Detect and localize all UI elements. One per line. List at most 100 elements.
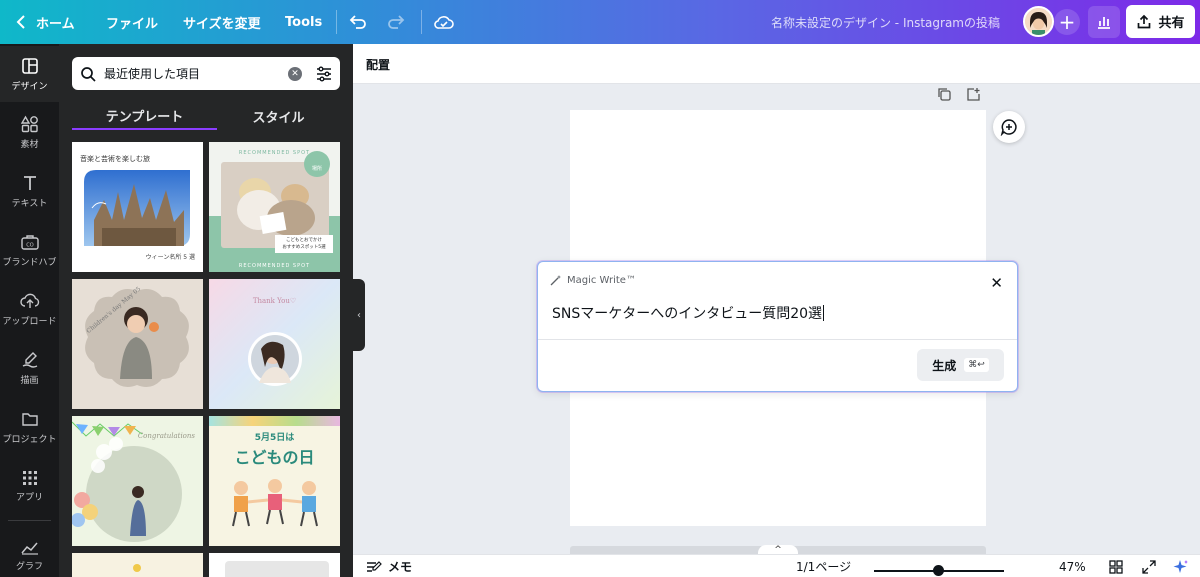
context-toolbar: 配置 xyxy=(353,44,1200,84)
rail-label: グラフ xyxy=(15,562,43,572)
template-title: 5月5日は xyxy=(254,433,295,443)
insights-button[interactable] xyxy=(1088,6,1120,38)
cloud-saved-icon[interactable] xyxy=(433,12,455,32)
tools-menu[interactable]: Tools xyxy=(285,0,322,44)
chevron-left-icon: ‹ xyxy=(357,309,361,321)
zoom-slider-handle[interactable] xyxy=(933,565,944,576)
template-thumbnail-partial[interactable] xyxy=(209,553,340,577)
tab-templates[interactable]: テンプレート xyxy=(72,102,217,130)
template-thumbnail-partial[interactable] xyxy=(72,553,203,577)
rail-item-elements[interactable]: 素材 xyxy=(0,104,59,160)
notes-icon xyxy=(366,560,382,574)
magic-sparkle-icon[interactable] xyxy=(1173,559,1189,575)
caption-line: おすすめスポット5選 xyxy=(282,245,326,250)
rail-item-brand-hub[interactable]: CO ブランドハブ xyxy=(0,222,59,278)
template-thumbnail-kodomo-no-hi[interactable]: 5月5日は こどもの日 xyxy=(209,416,340,546)
tab-styles[interactable]: スタイル xyxy=(217,102,340,130)
rail-label: 素材 xyxy=(20,139,39,150)
divider xyxy=(421,10,422,34)
rail-label: 描画 xyxy=(20,375,39,386)
portrait-photo xyxy=(248,332,302,386)
magic-write-input[interactable]: SNSマーケターへのインタビュー質問20選 xyxy=(552,303,825,323)
top-bar: ホーム ファイル サイズを変更 Tools 名称未設定のデザイン - Insta… xyxy=(0,0,1200,44)
kids-illustration xyxy=(232,479,318,527)
upload-icon xyxy=(19,292,40,310)
shortcut-hint: ⌘↩ xyxy=(964,358,989,372)
childrens-day-art: Children's day May 05 xyxy=(85,285,189,387)
redo-icon[interactable] xyxy=(386,12,406,32)
template-thumbnail-congratulations[interactable]: Congratulations xyxy=(72,416,203,546)
share-label: 共有 xyxy=(1158,16,1185,31)
file-menu[interactable]: ファイル xyxy=(106,0,158,44)
arrange-button[interactable]: 配置 xyxy=(366,44,390,84)
filter-icon[interactable] xyxy=(316,66,332,82)
template-title: Congratulations xyxy=(137,432,195,440)
magic-write-dialog: Magic Write™ ✕ SNSマーケターへのインタビュー質問20選 生成 … xyxy=(537,261,1018,392)
rail-item-text[interactable]: テキスト xyxy=(0,163,59,219)
generate-button[interactable]: 生成 ⌘↩ xyxy=(917,349,1004,381)
add-collaborator-button[interactable]: + xyxy=(1054,9,1080,35)
divider xyxy=(336,10,337,34)
template-panel: 最近使用した項目 ✕ テンプレート スタイル 音楽と芸術を楽しむ旅 ウィーン名所… xyxy=(59,44,353,577)
magic-wand-icon xyxy=(550,274,562,286)
rail-label: アップロード xyxy=(2,316,57,327)
clear-search-button[interactable]: ✕ xyxy=(288,66,302,81)
notes-label: メモ xyxy=(388,560,413,574)
rail-item-apps[interactable]: アプリ xyxy=(0,458,59,514)
rail-item-upload[interactable]: アップロード xyxy=(0,281,59,337)
duplicate-page-icon[interactable] xyxy=(937,87,952,102)
caption-box: こどもとおでかけ おすすめスポット5選 xyxy=(275,235,333,253)
banner-shape xyxy=(225,561,329,577)
bar-chart-icon xyxy=(1096,14,1112,30)
resize-menu[interactable]: サイズを変更 xyxy=(183,0,261,44)
rail-label: プロジェクト xyxy=(2,434,57,445)
rail-item-chart[interactable]: グラフ xyxy=(0,529,59,577)
chevron-left-icon xyxy=(16,15,26,29)
rail-item-draw[interactable]: 描画 xyxy=(0,340,59,396)
rail-label: デザイン xyxy=(11,81,48,92)
share-button[interactable]: 共有 xyxy=(1126,5,1195,38)
undo-icon[interactable] xyxy=(348,12,368,32)
add-comment-button[interactable] xyxy=(993,111,1025,143)
search-input[interactable]: 最近使用した項目 xyxy=(104,65,288,82)
close-icon[interactable]: ✕ xyxy=(990,274,1003,292)
text-icon xyxy=(21,174,39,192)
rail-item-projects[interactable]: プロジェクト xyxy=(0,399,59,455)
notes-button[interactable]: メモ xyxy=(366,555,412,577)
template-label: RECOMMENDED SPOT xyxy=(238,263,311,269)
divider xyxy=(8,520,51,521)
divider xyxy=(538,339,1017,340)
rail-label: ブランドハブ xyxy=(2,257,57,268)
home-button[interactable]: ホーム xyxy=(16,0,75,44)
caption-line: こどもとおでかけ xyxy=(286,238,322,243)
design-title[interactable]: 名称未設定のデザイン - Instagramの投稿 xyxy=(771,0,1000,44)
add-page-icon[interactable] xyxy=(966,87,981,102)
folder-icon xyxy=(21,410,39,428)
close-icon: ✕ xyxy=(291,68,299,79)
color-strip xyxy=(209,416,340,426)
prompt-text: SNSマーケターへのインタビュー質問20選 xyxy=(552,306,823,322)
rail-item-design[interactable]: デザイン xyxy=(0,46,59,102)
template-title: こどもの日 xyxy=(234,448,315,467)
elements-icon xyxy=(20,115,39,133)
page-count[interactable]: 1/1ページ xyxy=(796,555,851,577)
zoom-level[interactable]: 47% xyxy=(1059,555,1086,577)
template-title: 音楽と芸術を楽しむ旅 xyxy=(80,155,150,163)
template-thumbnail-recommended-spot[interactable]: RECOMMENDED SPOT 場所 こどもとおでかけ おすすめスポット5選 … xyxy=(209,142,340,272)
share-upload-icon xyxy=(1136,14,1152,30)
fullscreen-icon[interactable] xyxy=(1142,560,1156,574)
bottom-bar: メモ 1/1ページ 47% xyxy=(353,554,1200,577)
search-box[interactable]: 最近使用した項目 ✕ xyxy=(72,57,340,90)
template-subtitle: ウィーン名所 5 選 xyxy=(145,254,195,261)
avatar[interactable] xyxy=(1023,6,1054,37)
grid-view-icon[interactable] xyxy=(1109,560,1123,574)
template-thumbnail-vienna[interactable]: 音楽と芸術を楽しむ旅 ウィーン名所 5 選 xyxy=(72,142,203,272)
template-thumbnail-thank-you[interactable]: Thank You♡ xyxy=(209,279,340,409)
magic-write-header: Magic Write™ xyxy=(550,274,636,286)
magic-write-label: Magic Write™ xyxy=(567,274,636,286)
search-icon xyxy=(80,66,96,82)
collapse-panel-button[interactable]: ‹ xyxy=(353,279,365,351)
comment-add-icon xyxy=(1000,118,1018,136)
template-thumbnail-childrens-day[interactable]: Children's day May 05 xyxy=(72,279,203,409)
brand-icon: CO xyxy=(20,233,40,251)
